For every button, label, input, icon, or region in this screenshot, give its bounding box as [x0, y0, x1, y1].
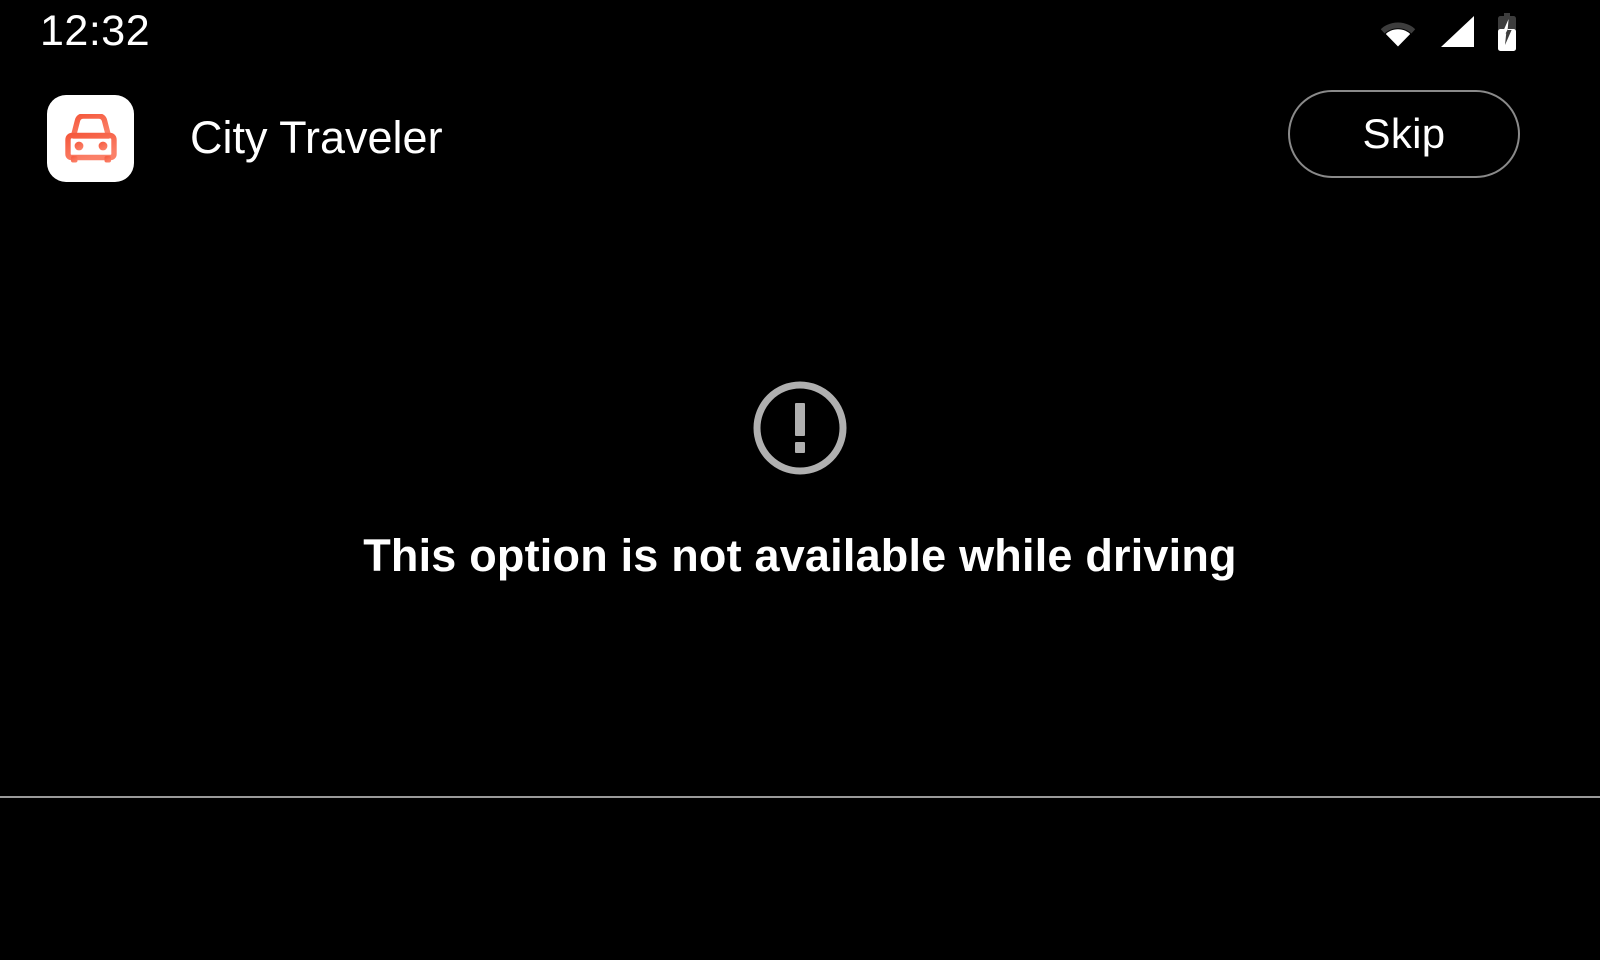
error-exclamation-circle-icon	[750, 378, 850, 478]
app-icon	[47, 95, 134, 182]
app-header: City Traveler Skip	[0, 76, 1600, 188]
status-clock: 12:32	[40, 7, 151, 55]
battery-charging-icon	[1498, 13, 1516, 51]
android-auto-screen: 12:32 City Traveler Skip This option is …	[0, 0, 1600, 960]
cellular-signal-icon	[1441, 16, 1474, 47]
app-title: City Traveler	[190, 112, 443, 163]
driving-restriction-message: This option is not available while drivi…	[363, 530, 1237, 581]
wifi-icon	[1380, 22, 1416, 47]
nav-bar	[0, 798, 1600, 960]
skip-button[interactable]: Skip	[1288, 90, 1520, 178]
status-bar: 12:32	[0, 0, 1600, 62]
car-front-icon	[64, 113, 117, 162]
status-bar-icons	[1380, 12, 1518, 52]
main-content: This option is not available while drivi…	[0, 190, 1600, 798]
